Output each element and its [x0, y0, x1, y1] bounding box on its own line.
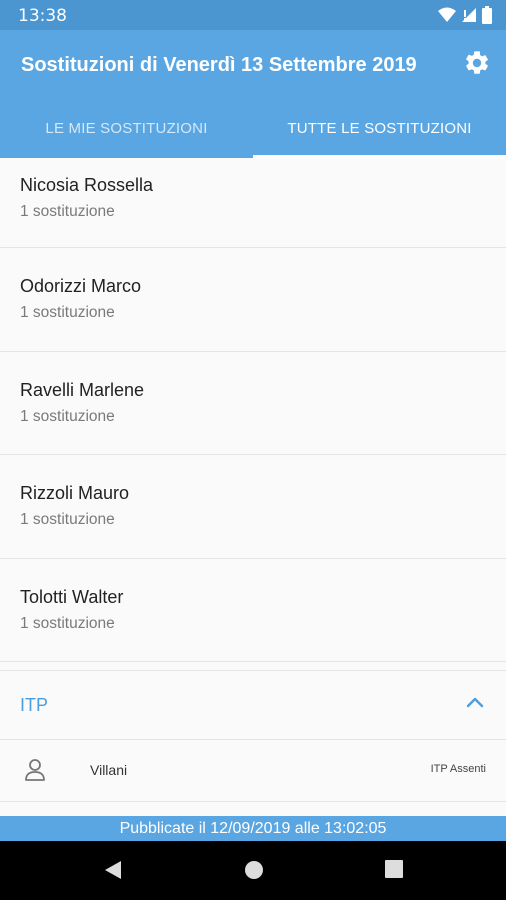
back-icon[interactable] — [103, 860, 123, 885]
list-item[interactable]: Nicosia Rossella 1 sostituzione — [0, 158, 506, 248]
itp-teacher-name: Villani — [90, 762, 128, 778]
teacher-name: Odorizzi Marco — [20, 276, 142, 296]
battery-icon — [482, 6, 492, 29]
navigation-bar — [0, 841, 506, 900]
published-footer: Pubblicate il 12/09/2019 alle 13:02:05 — [0, 816, 506, 841]
itp-section-title: ITP — [20, 695, 49, 715]
recents-icon[interactable] — [385, 860, 403, 883]
teacher-name: Rizzoli Mauro — [20, 483, 130, 503]
status-time: 13:38 — [18, 6, 67, 26]
itp-status: ITP Assenti — [430, 763, 486, 775]
substitution-count: 1 sostituzione — [20, 407, 115, 425]
teacher-name: Tolotti Walter — [20, 586, 124, 607]
teacher-list: Nicosia Rossella 1 sostituzione Odorizzi… — [0, 158, 506, 662]
itp-section-header[interactable]: ITP — [0, 670, 506, 740]
tab-le-mie-sostituzioni[interactable]: LE MIE SOSTITUZIONI — [0, 98, 253, 158]
substitution-count: 1 sostituzione — [20, 614, 115, 632]
gear-icon — [463, 49, 491, 82]
settings-button[interactable] — [462, 50, 492, 80]
list-item[interactable]: Ravelli Marlene 1 sostituzione — [0, 351, 506, 455]
substitution-count: 1 sostituzione — [20, 511, 115, 528]
itp-row[interactable]: Villani ITP Assenti — [0, 740, 506, 802]
wifi-icon — [438, 7, 456, 28]
signal-icon — [462, 7, 476, 28]
status-bar: 13:38 — [0, 0, 506, 30]
list-item[interactable]: Tolotti Walter 1 sostituzione — [0, 558, 506, 662]
app-bar: Sostituzioni di Venerdì 13 Settembre 201… — [0, 30, 506, 158]
substitution-count: 1 sostituzione — [20, 203, 115, 220]
person-icon — [24, 758, 46, 787]
list-item[interactable]: Rizzoli Mauro 1 sostituzione — [0, 455, 506, 559]
tab-tutte-le-sostituzioni[interactable]: TUTTE LE SOSTITUZIONI — [253, 98, 506, 158]
teacher-name: Nicosia Rossella — [20, 175, 154, 195]
tab-bar: LE MIE SOSTITUZIONI TUTTE LE SOSTITUZION… — [0, 98, 506, 158]
status-icons — [438, 6, 492, 29]
list-item[interactable]: Odorizzi Marco 1 sostituzione — [0, 248, 506, 352]
substitution-count: 1 sostituzione — [20, 304, 115, 321]
page-title: Sostituzioni di Venerdì 13 Settembre 201… — [21, 54, 417, 76]
home-icon[interactable] — [244, 860, 264, 885]
chevron-up-icon[interactable] — [466, 695, 484, 713]
teacher-name: Ravelli Marlene — [20, 379, 145, 400]
